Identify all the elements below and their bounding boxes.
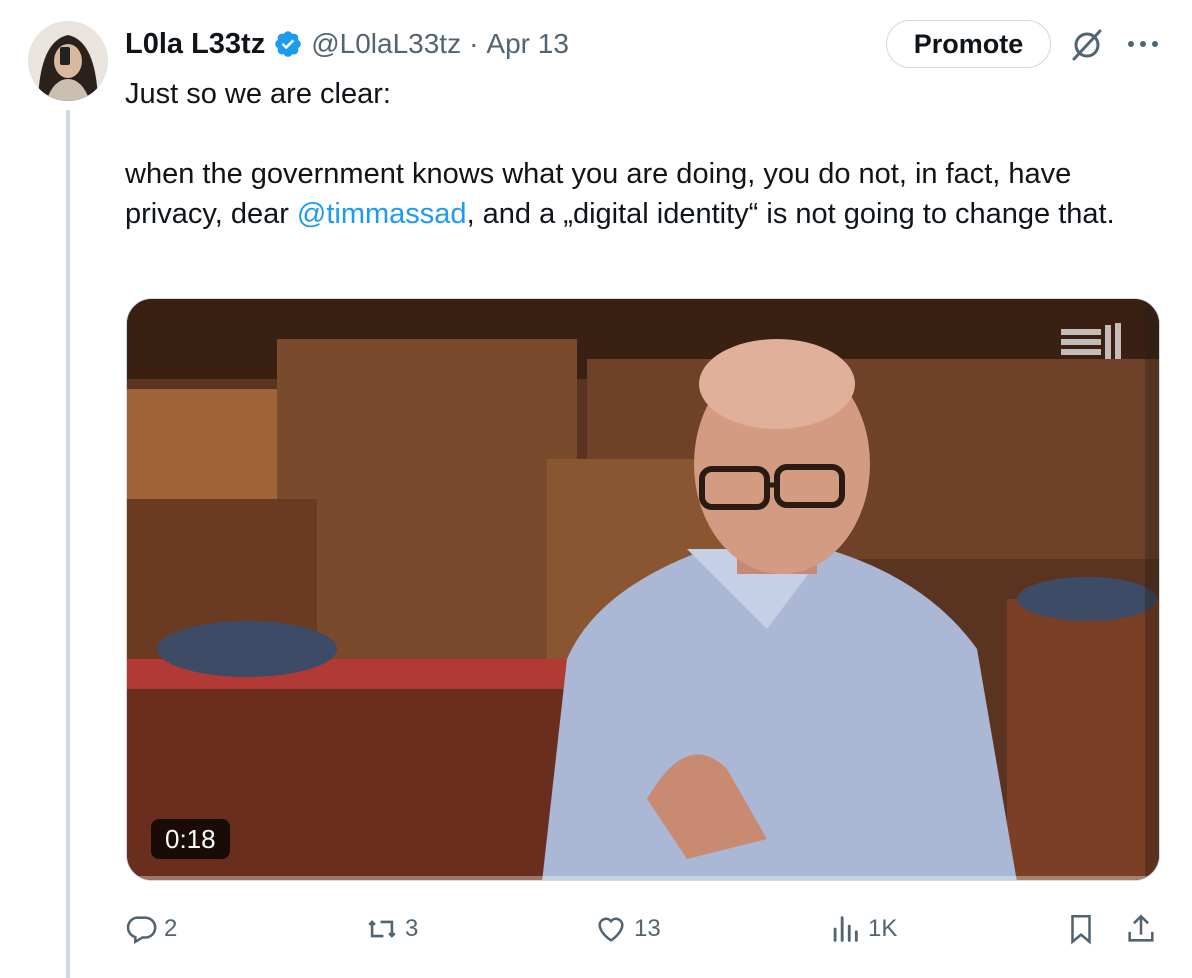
tweet-text-line1: Just so we are clear: [125,78,391,110]
tweet-date[interactable]: Apr 13 [486,28,569,60]
tweet-header: L0la L33tz @L0laL33tz · Apr 13 [125,24,569,64]
tweet-actions: 2 3 13 1K [120,905,1165,953]
grok-icon[interactable] [1068,26,1106,64]
share-icon [1128,914,1154,942]
avatar[interactable] [28,21,108,101]
heart-icon [598,917,624,942]
watermark-logo [1061,323,1121,359]
author-name[interactable]: L0la L33tz [125,28,265,61]
tweet-text: Just so we are clear: when the governmen… [125,74,1160,234]
video-progress-track[interactable] [127,876,1159,880]
verified-badge-icon [275,31,302,57]
views-button[interactable]: 1K [828,905,897,953]
tweet-text-body-end: , and a „digital identity“ is not going … [466,198,1115,230]
repost-icon [368,920,396,938]
views-icon [833,916,858,942]
avatar-image [28,21,108,101]
separator-dot: · [469,28,479,59]
repost-count: 3 [405,915,419,942]
bookmark-icon [1071,914,1091,945]
video-duration: 0:18 [151,819,230,859]
more-icon[interactable] [1125,34,1161,54]
like-button[interactable]: 13 [594,905,661,953]
reply-count: 2 [164,915,178,942]
like-count: 13 [634,915,661,942]
share-button[interactable] [1124,905,1164,953]
promote-button[interactable]: Promote [886,20,1051,68]
repost-button[interactable]: 3 [365,905,418,953]
reply-button[interactable]: 2 [124,905,177,953]
author-handle[interactable]: @L0laL33tz [311,28,461,60]
reply-icon [126,916,157,945]
mention-link[interactable]: @timmassad [297,198,467,230]
bookmark-button[interactable] [1064,905,1104,953]
views-count: 1K [868,915,898,942]
video-player[interactable]: 0:18 [126,298,1160,881]
thread-line [66,110,70,978]
video-frame [127,299,1159,880]
